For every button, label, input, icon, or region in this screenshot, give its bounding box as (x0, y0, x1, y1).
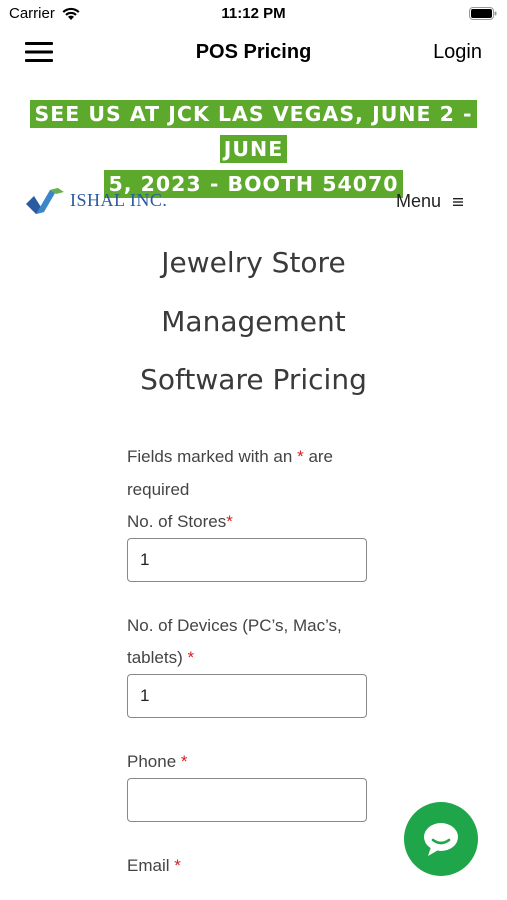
devices-input[interactable] (127, 674, 367, 718)
email-label-text: Email (127, 856, 170, 875)
nav-title: POS Pricing (195, 41, 312, 63)
site-header: ISHAL INC. Menu (0, 180, 507, 222)
page-title: Jewelry Store Management Software Pricin… (0, 234, 507, 410)
status-bar: Carrier 11:12 PM (0, 0, 507, 28)
menu-label: Menu (395, 191, 441, 211)
promo-line-1: SEE US AT JCK LAS VEGAS, JUNE 2 - JUNE (34, 102, 473, 161)
logo-text: ISHAL INC. (70, 189, 168, 210)
email-required-star: * (174, 856, 181, 875)
phone-input[interactable] (127, 778, 367, 822)
page-title-line-1: Jewelry Store (161, 246, 346, 279)
stores-label: No. of Stores* (127, 506, 367, 538)
devices-label: No. of Devices (PC’s, Mac’s, tablets) * (127, 610, 367, 674)
phone-label-text: Phone (127, 752, 177, 771)
required-note-prefix: Fields marked with an (127, 447, 293, 466)
devices-label-text: No. of Devices (PC’s, Mac’s, tablets) (127, 616, 342, 667)
chat-button[interactable] (404, 802, 478, 876)
stores-label-text: No. of Stores (127, 512, 227, 531)
chat-bubble-icon (424, 823, 458, 856)
login-button[interactable]: Login (433, 41, 482, 64)
phone-label: Phone * (127, 746, 367, 778)
menu-lines-icon (453, 197, 463, 206)
hamburger-menu-icon[interactable] (25, 40, 53, 64)
app-nav-bar: POS Pricing Login (0, 28, 507, 78)
status-time: 11:12 PM (221, 5, 286, 22)
required-fields-note: Fields marked with an * are required (127, 440, 367, 506)
logo-mark-icon (26, 188, 64, 214)
email-label: Email * (127, 850, 367, 882)
company-logo[interactable]: ISHAL INC. (24, 186, 167, 214)
stores-input[interactable] (127, 538, 367, 582)
page-title-line-3: Software Pricing (140, 363, 367, 396)
battery-icon (469, 7, 497, 20)
page-title-line-2: Management (161, 304, 346, 338)
site-menu-button[interactable]: Menu (396, 191, 463, 212)
devices-required-star: * (187, 648, 195, 667)
stores-required-star: * (226, 512, 233, 531)
pricing-form: Fields marked with an * are required No.… (127, 440, 367, 882)
required-star: * (297, 447, 304, 466)
phone-required-star: * (180, 752, 188, 771)
